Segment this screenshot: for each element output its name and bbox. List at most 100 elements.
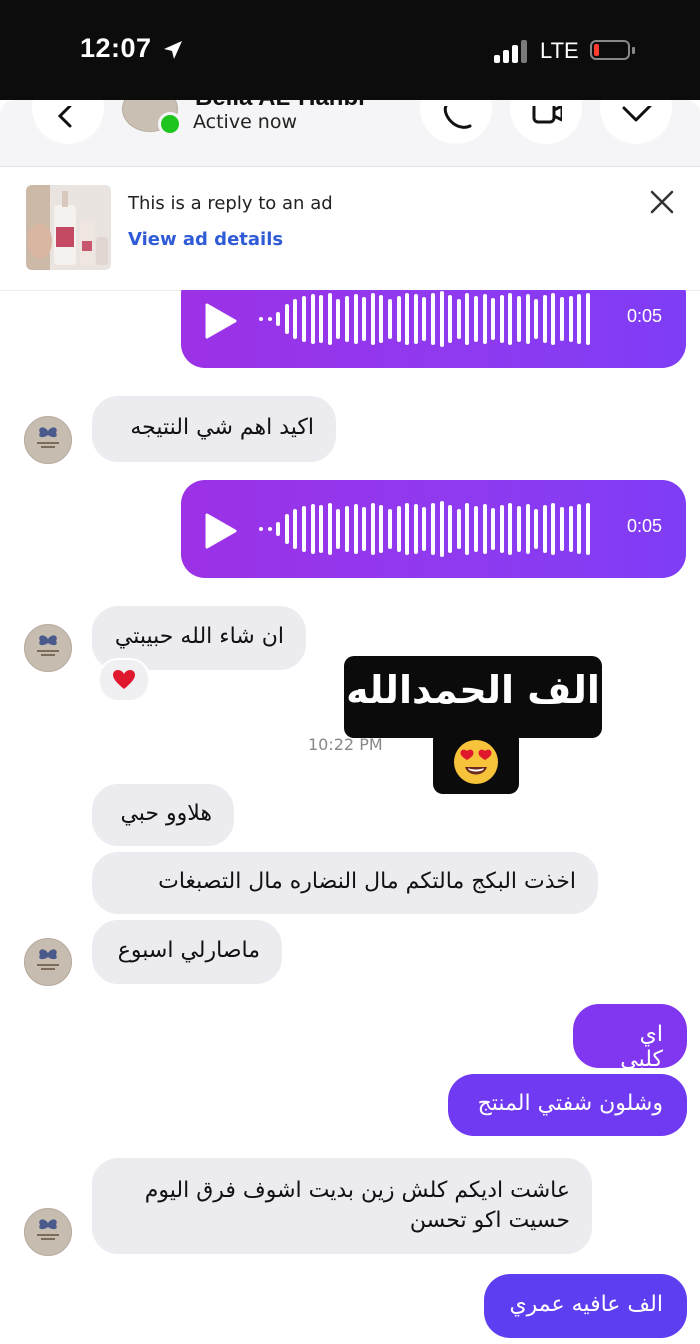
voice-duration: 0:05 [626,516,662,536]
waveform-bar [560,297,564,341]
play-icon[interactable] [203,513,239,549]
waveform-bar [482,294,487,344]
avatar[interactable] [24,1208,72,1256]
waveform-bar [508,503,513,555]
waveform-bar [577,294,582,344]
voice-message-outgoing[interactable]: 0:05 [181,480,686,578]
text-sticker: الف الحمدالله [344,656,602,738]
cellular-signal-icon [494,39,530,63]
message-outgoing[interactable]: وشلون شفتي المنتج [448,1074,687,1136]
battery-icon [590,40,630,60]
waveform [259,496,599,562]
waveform-bar [405,503,410,555]
message-outgoing[interactable]: اي كلبي [573,1004,687,1072]
chevron-left-icon [57,106,72,128]
message-incoming[interactable]: اخذت البكج مالتكم مال النضاره مال التصبغ… [92,852,598,914]
active-status: Active now [193,111,298,133]
waveform-bar [585,293,590,345]
waveform-bar [517,296,521,342]
waveform-bar [542,505,547,553]
waveform-bar [551,293,556,345]
waveform-bar [293,299,298,339]
waveform-bar [388,299,392,339]
waveform-bar [534,509,539,549]
video-camera-icon [532,106,562,124]
waveform-bar [362,297,367,341]
message-incoming[interactable]: اكيد اهم شي النتيجه [92,396,336,462]
waveform-bar [353,504,358,554]
waveform-bar [345,296,349,342]
waveform-bar [422,507,427,551]
waveform-bar [276,312,281,326]
back-button[interactable] [32,100,104,144]
heart-eyes-emoji-icon [454,740,498,784]
waveform-bar [388,509,392,549]
waveform-bar [525,504,530,554]
online-indicator [158,112,182,136]
chat-header: Bella AL-Hanbi Active now [0,100,700,167]
waveform-bar [345,506,349,552]
tag-button[interactable] [600,100,672,144]
waveform-bar [267,317,272,321]
butterfly-logo-icon [37,949,59,970]
video-call-button[interactable] [510,100,582,144]
butterfly-logo-icon [37,1219,59,1240]
waveform-bar [525,294,530,344]
waveform-bar [439,291,444,347]
waveform-bar [284,304,289,334]
battery-tip [632,47,635,54]
message-line: عاشت اديكم كلش زين بديت اشوف فرق اليوم [144,1178,570,1203]
waveform-bar [319,295,324,343]
ad-thumbnail[interactable] [26,185,111,270]
waveform-bar [431,503,435,555]
message-incoming[interactable]: هلاوو حبي [92,784,234,846]
waveform-bar [448,295,453,343]
waveform-bar [336,299,341,339]
tag-icon [622,106,652,122]
waveform-bar [379,295,384,343]
waveform-bar [534,299,539,339]
waveform-bar [302,506,306,552]
waveform-bar [491,298,496,340]
waveform-bar [560,507,564,551]
view-ad-details-link[interactable]: View ad details [128,229,283,250]
waveform-bar [327,293,332,345]
voice-message-outgoing[interactable]: 0:05 [181,290,686,368]
waveform-bar [517,506,521,552]
waveform-bar [413,504,418,554]
message-list[interactable]: 0:05 اكيد اهم شي النتيجه 0:05 ان شاء الل… [0,290,700,1344]
waveform-bar [310,294,315,344]
waveform-bar [413,294,418,344]
waveform-bar [422,297,427,341]
network-type: LTE [540,38,579,63]
waveform-bar [353,294,358,344]
waveform-bar [456,509,461,549]
waveform-bar [319,505,324,553]
waveform-bar [499,295,504,343]
close-icon[interactable] [648,188,676,216]
waveform-bar [362,507,367,551]
waveform-bar [336,509,341,549]
waveform-bar [568,506,573,552]
ad-reply-banner: This is a reply to an ad View ad details [0,167,700,291]
waveform-bar [276,522,281,536]
message-incoming[interactable]: عاشت اديكم كلش زين بديت اشوف فرق اليوم ح… [92,1158,592,1254]
waveform-bar [551,503,556,555]
waveform-bar [259,527,263,531]
phone-icon [443,106,472,129]
waveform-bar [379,505,384,553]
avatar[interactable] [24,416,72,464]
call-button[interactable] [420,100,492,144]
avatar[interactable] [24,938,72,986]
reaction-heart[interactable] [98,658,150,702]
message-outgoing[interactable]: الف عافيه عمري [484,1274,687,1338]
waveform-bar [542,295,547,343]
play-icon[interactable] [203,303,239,339]
waveform-bar [293,509,298,549]
message-incoming[interactable]: ماصارلي اسبوع [92,920,282,984]
waveform-bar [396,296,401,342]
waveform-bar [585,503,590,555]
avatar[interactable] [24,624,72,672]
waveform-bar [508,293,513,345]
waveform-bar [491,508,496,550]
